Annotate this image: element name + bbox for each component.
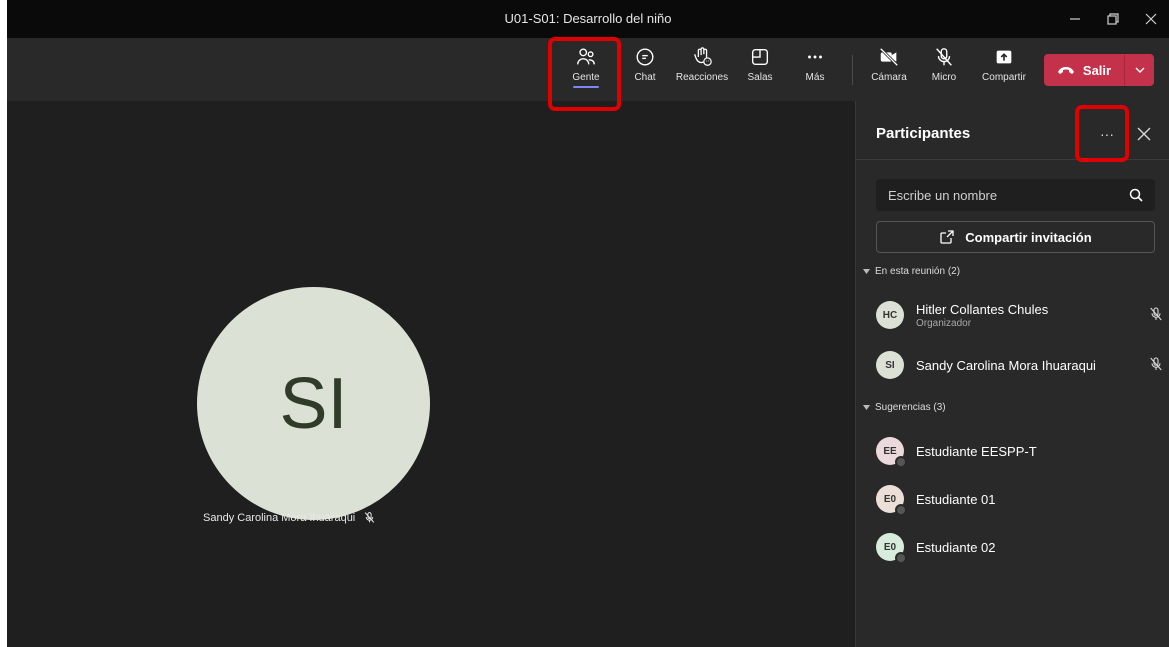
search-icon[interactable]	[1129, 188, 1143, 202]
share-icon	[940, 230, 954, 244]
rooms-label: Salas	[747, 72, 773, 83]
camera-off-icon	[879, 47, 899, 67]
avatar: E0	[876, 485, 907, 516]
mic-button[interactable]: Micro	[916, 46, 972, 83]
search-box	[876, 179, 1155, 211]
in-meeting-label: En esta reunión (2)	[875, 266, 961, 277]
avatar-initials: E0	[883, 493, 897, 505]
mic-label: Micro	[931, 72, 957, 83]
external-status-icon	[895, 504, 907, 516]
avatar: SI	[876, 351, 904, 379]
participant-name: Hitler Collantes Chules	[916, 301, 1049, 317]
chevron-down-icon	[1135, 67, 1144, 73]
mic-off-icon	[936, 48, 952, 66]
raise-hand-icon	[694, 47, 712, 66]
suggestions-label: Sugerencias (3)	[875, 402, 946, 413]
in-meeting-section-header[interactable]: En esta reunión (2)	[863, 266, 960, 277]
camera-label: Cámara	[871, 72, 907, 83]
search-input[interactable]	[888, 187, 1108, 203]
teams-meeting-window: U01-S01: Desarrollo del niño Gente Chat …	[7, 0, 1169, 647]
participant-name-tag: Sandy Carolina Mora Ihuaraqui	[203, 511, 376, 524]
participant-name: Estudiante EESPP-T	[916, 443, 1037, 459]
title-bar: U01-S01: Desarrollo del niño	[7, 0, 1169, 38]
chat-button[interactable]: Chat	[617, 46, 673, 83]
share-label: Compartir	[982, 72, 1026, 83]
hang-up-icon	[1057, 67, 1074, 74]
avatar-initials: SI	[279, 363, 348, 444]
leave-main-button[interactable]: Salir	[1044, 54, 1124, 86]
collapse-caret-icon	[863, 405, 870, 410]
reactions-button[interactable]: Reacciones	[674, 46, 730, 83]
more-icon	[808, 55, 822, 59]
external-status-icon	[895, 552, 907, 564]
more-actions-button[interactable]: Más	[787, 46, 843, 83]
share-invite-button[interactable]: Compartir invitación	[876, 221, 1155, 253]
toolbar-divider	[852, 55, 853, 85]
close-icon	[1137, 127, 1151, 141]
participant-role: Organizador	[916, 317, 972, 329]
meeting-stage: SI Sandy Carolina Mora Ihuaraqui	[7, 101, 855, 647]
leave-label: Salir	[1082, 62, 1112, 78]
window-title: U01-S01: Desarrollo del niño	[504, 11, 672, 26]
more-label: Más	[805, 72, 825, 83]
highlight-people-button	[548, 37, 621, 111]
participant-name: Estudiante 02	[916, 539, 996, 555]
collapse-caret-icon	[863, 269, 870, 274]
chat-icon	[636, 48, 654, 66]
rooms-icon	[751, 48, 769, 66]
external-status-icon	[895, 456, 907, 468]
participant-row[interactable]: SI Sandy Carolina Mora Ihuaraqui	[876, 347, 1166, 383]
suggestion-row[interactable]: E0 Estudiante 02	[876, 529, 1166, 565]
camera-button[interactable]: Cámara	[861, 46, 917, 83]
participant-name: Estudiante 01	[916, 491, 996, 507]
leave-options-button[interactable]	[1124, 54, 1154, 86]
avatar-initials: E0	[883, 541, 897, 553]
chat-label: Chat	[634, 72, 656, 83]
restore-icon[interactable]	[1102, 8, 1124, 30]
suggestion-row[interactable]: EE Estudiante EESPP-T	[876, 433, 1166, 469]
participants-panel: Participantes ··· Compartir invitación E…	[855, 101, 1169, 647]
participant-name: Sandy Carolina Mora Ihuaraqui	[916, 357, 1096, 373]
avatar: EE	[876, 437, 907, 468]
mic-off-icon	[1150, 307, 1162, 321]
mic-off-icon	[1150, 357, 1162, 371]
participant-name: Sandy Carolina Mora Ihuaraqui	[203, 511, 356, 524]
share-invite-label: Compartir invitación	[965, 229, 1092, 245]
suggestion-row[interactable]: E0 Estudiante 01	[876, 481, 1166, 517]
breakout-rooms-button[interactable]: Salas	[732, 46, 788, 83]
suggestions-section-header[interactable]: Sugerencias (3)	[863, 402, 946, 413]
participant-row[interactable]: HC Hitler Collantes Chules Organizador	[876, 297, 1166, 333]
avatar: HC	[876, 301, 904, 329]
avatar-initials: EE	[883, 445, 897, 457]
reactions-label: Reacciones	[675, 72, 729, 83]
share-button[interactable]: Compartir	[976, 46, 1032, 83]
close-window-icon[interactable]	[1140, 8, 1162, 30]
leave-button[interactable]: Salir	[1044, 54, 1154, 86]
avatar-initials: SI	[885, 359, 895, 371]
highlight-panel-more-button	[1075, 105, 1129, 162]
avatar-initials: HC	[882, 309, 898, 321]
panel-title: Participantes	[876, 125, 971, 142]
mic-off-icon	[365, 512, 375, 523]
panel-close-button[interactable]	[1129, 119, 1159, 149]
share-screen-icon	[996, 50, 1012, 64]
avatar: E0	[876, 533, 907, 564]
participant-avatar: SI	[197, 287, 430, 520]
minimize-icon[interactable]	[1064, 8, 1086, 30]
